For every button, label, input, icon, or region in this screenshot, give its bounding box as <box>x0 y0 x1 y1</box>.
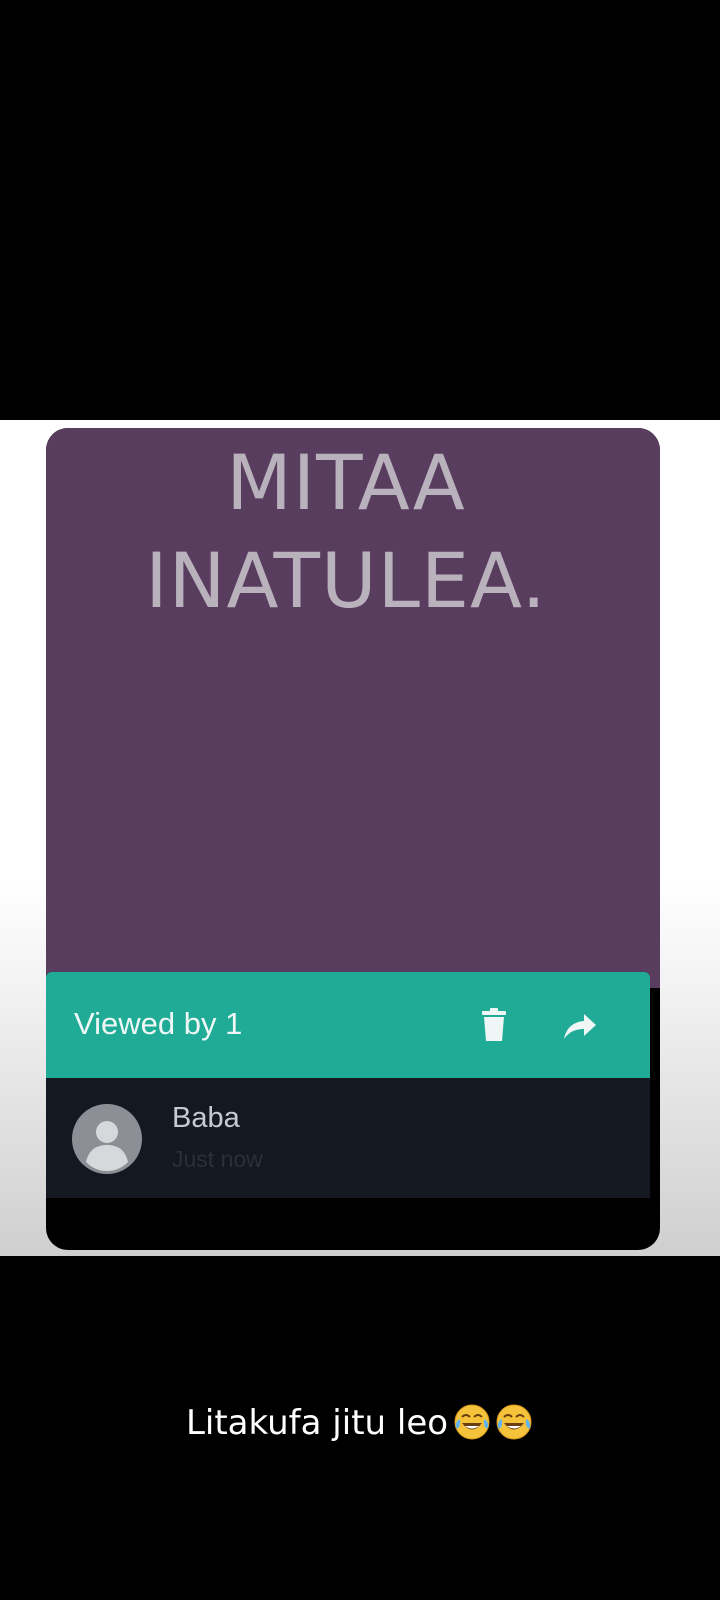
phone-frame: MITAA INATULEA. Viewed by 1 Baba Just no… <box>46 428 660 1250</box>
status-text: MITAA INATULEA. <box>46 434 646 630</box>
viewer-list: Baba Just now <box>46 1078 650 1198</box>
screen: MITAA INATULEA. Viewed by 1 Baba Just no… <box>0 0 720 1600</box>
default-avatar-icon <box>72 1104 142 1174</box>
status-text-line-1: MITAA <box>226 438 466 527</box>
face-with-tears-of-joy-icon <box>454 1404 490 1440</box>
delete-icon[interactable] <box>480 1008 508 1042</box>
caption: Litakufa jitu leo <box>0 1402 720 1451</box>
viewer-time: Just now <box>172 1146 263 1172</box>
viewed-by-label: Viewed by 1 <box>74 1006 243 1041</box>
status-card: MITAA INATULEA. <box>46 428 660 988</box>
forward-icon[interactable] <box>562 1012 598 1040</box>
list-item[interactable]: Baba Just now <box>46 1078 650 1198</box>
viewer-name: Baba <box>172 1102 240 1134</box>
caption-text: Litakufa jitu leo <box>185 1403 449 1443</box>
viewers-bar: Viewed by 1 <box>46 972 650 1078</box>
status-text-line-2: INATULEA. <box>145 536 547 625</box>
face-with-tears-of-joy-icon <box>496 1404 532 1440</box>
screenshot-photo: MITAA INATULEA. Viewed by 1 Baba Just no… <box>0 420 720 1256</box>
